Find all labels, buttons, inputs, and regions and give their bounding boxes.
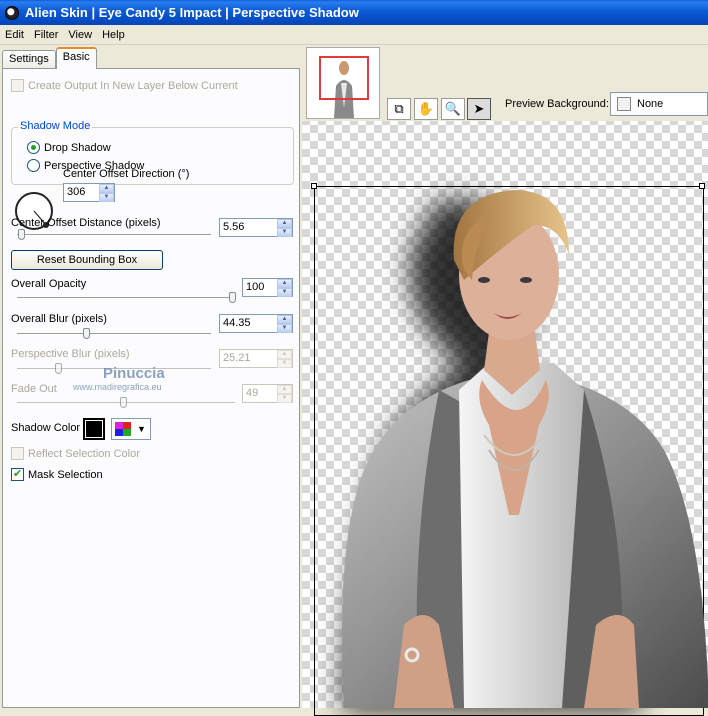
chevron-down-icon: ▼	[137, 424, 146, 434]
blur-track[interactable]	[17, 333, 211, 335]
preview-toggle-tool[interactable]: ⧉	[387, 98, 411, 120]
menu-view[interactable]: View	[63, 29, 97, 41]
preview-toggle-icon: ⧉	[394, 101, 404, 116]
woman-photo-image	[342, 190, 708, 708]
blur-value[interactable]: 44.35	[220, 315, 277, 332]
menu-filter[interactable]: Filter	[29, 29, 63, 41]
fade-out-value: 49	[246, 387, 259, 399]
navigator-view-rect[interactable]	[319, 56, 369, 100]
preview-background-value: None	[637, 98, 664, 110]
preview-background-label: Preview Background:	[505, 98, 609, 110]
spin-up-icon: ▲	[277, 350, 292, 359]
shadow-color-dropdown[interactable]: ▼	[111, 418, 151, 440]
shadow-color-label: Shadow Color	[11, 422, 81, 434]
watermark-url: www.madiregrafica.eu	[73, 382, 162, 392]
offset-distance-value[interactable]: 5.56	[220, 219, 277, 236]
basic-panel: Create Output In New Layer Below Current…	[2, 68, 300, 708]
perspective-shadow-radio[interactable]	[27, 159, 40, 172]
opacity-track[interactable]	[17, 297, 235, 299]
menu-bar: Edit Filter View Help	[0, 25, 708, 45]
blur-label: Overall Blur (pixels)	[11, 313, 107, 325]
drop-shadow-radio[interactable]	[27, 141, 40, 154]
tab-settings[interactable]: Settings	[2, 50, 56, 69]
offset-distance-thumb[interactable]	[18, 229, 25, 240]
drop-shadow-label: Drop Shadow	[44, 141, 111, 154]
opacity-thumb[interactable]	[229, 292, 236, 303]
drop-shadow-option[interactable]: Drop Shadow	[27, 141, 111, 154]
spin-down-icon[interactable]: ▼	[277, 288, 292, 297]
hand-tool[interactable]: ✋	[414, 98, 438, 120]
bbox-handle-top-left[interactable]	[311, 183, 317, 189]
offset-distance-track[interactable]	[17, 234, 211, 236]
opacity-spinner[interactable]: 100 ▲ ▼	[242, 278, 293, 297]
offset-distance-label: Center Offset Distance (pixels)	[11, 217, 161, 229]
navigator-thumbnail[interactable]	[306, 47, 380, 119]
blur-spinner[interactable]: 44.35 ▲ ▼	[219, 314, 293, 333]
settings-pane: Settings Basic Create Output In New Laye…	[0, 45, 302, 708]
spin-up-icon: ▲	[277, 385, 292, 394]
fade-out-thumb	[120, 397, 127, 408]
spin-down-icon[interactable]: ▼	[277, 324, 292, 333]
preview-toolbar: ⧉ ✋ 🔍 ➤ Preview Background: None	[302, 45, 708, 121]
create-output-checkbox[interactable]	[11, 79, 24, 92]
blur-thumb[interactable]	[83, 328, 90, 339]
app-icon	[5, 5, 19, 20]
create-output-option[interactable]: Create Output In New Layer Below Current	[11, 79, 238, 92]
offset-distance-spinner[interactable]: 5.56 ▲ ▼	[219, 218, 293, 237]
shadow-color-swatch[interactable]	[83, 418, 105, 440]
preview-background-swatch	[617, 97, 631, 111]
magnifier-icon: 🔍	[444, 101, 462, 116]
perspective-blur-value: 25.21	[223, 352, 251, 364]
create-output-label: Create Output In New Layer Below Current	[28, 79, 238, 92]
opacity-value[interactable]: 100	[243, 279, 277, 296]
menu-edit[interactable]: Edit	[0, 29, 29, 41]
spin-up-icon[interactable]: ▲	[277, 279, 292, 288]
arrow-tool[interactable]: ➤	[467, 98, 491, 120]
fade-out-spinner: 49 ▲ ▼	[242, 384, 293, 403]
reflect-selection-checkbox[interactable]	[11, 447, 24, 460]
spin-up-icon[interactable]: ▲	[277, 219, 292, 228]
title-bar: Alien Skin | Eye Candy 5 Impact | Perspe…	[0, 0, 708, 25]
direction-value[interactable]: 306	[64, 184, 99, 201]
tab-strip: Settings Basic	[2, 47, 97, 69]
fade-out-label: Fade Out	[11, 383, 57, 395]
preview-pane[interactable]: ⧉ ✋ 🔍 ➤ Preview Background: None	[302, 45, 708, 716]
mask-selection-checkbox[interactable]	[11, 467, 24, 481]
window-title: Alien Skin | Eye Candy 5 Impact | Perspe…	[25, 5, 359, 20]
watermark-name: Pinuccia	[103, 365, 165, 382]
reset-bounding-box-button[interactable]: Reset Bounding Box	[11, 250, 163, 270]
spin-down-icon: ▼	[277, 394, 292, 403]
watermark: Pinuccia www.madiregrafica.eu	[73, 365, 165, 392]
spin-up-icon[interactable]: ▲	[277, 315, 292, 324]
spin-down-icon[interactable]: ▼	[277, 228, 292, 237]
hand-icon: ✋	[417, 101, 435, 116]
spin-up-icon[interactable]: ▲	[99, 184, 114, 193]
perspective-blur-label: Perspective Blur (pixels)	[11, 348, 130, 360]
tab-basic[interactable]: Basic	[55, 47, 97, 69]
perspective-blur-spinner: 25.21 ▲ ▼	[219, 349, 293, 368]
menu-help[interactable]: Help	[97, 29, 130, 41]
mask-selection-label: Mask Selection	[28, 468, 103, 481]
direction-label: Center Offset Direction (°)	[63, 168, 190, 180]
shadow-mode-label: Shadow Mode	[18, 120, 93, 132]
mask-selection-option[interactable]: Mask Selection	[11, 467, 103, 481]
reflect-selection-label: Reflect Selection Color	[28, 447, 140, 460]
direction-spinner[interactable]: 306 ▲ ▼	[63, 183, 115, 202]
zoom-tool[interactable]: 🔍	[441, 98, 465, 120]
spin-down-icon: ▼	[277, 359, 292, 368]
color-grid-icon	[115, 422, 131, 436]
opacity-label: Overall Opacity	[11, 278, 87, 290]
preview-background-dropdown[interactable]: None	[610, 92, 708, 116]
pointer-arrow-icon: ➤	[473, 101, 485, 116]
spin-down-icon[interactable]: ▼	[99, 193, 114, 202]
reflect-selection-option[interactable]: Reflect Selection Color	[11, 447, 140, 460]
perspective-blur-thumb	[55, 363, 62, 374]
